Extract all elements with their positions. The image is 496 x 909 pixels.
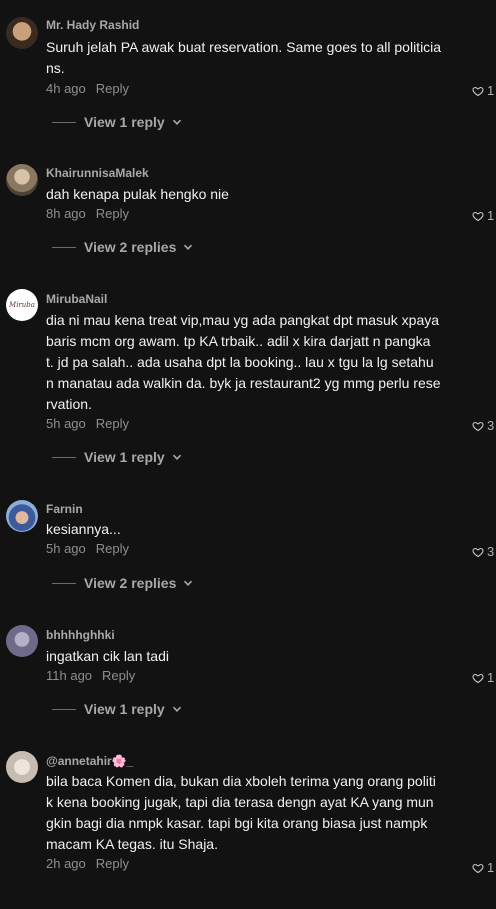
like-count: 1	[487, 670, 495, 685]
like-button[interactable]: 1	[472, 208, 496, 223]
comment-username[interactable]: MirubaNail	[46, 292, 107, 306]
comment-time: 5h ago	[46, 416, 86, 431]
comment-meta: 8h ago Reply	[46, 206, 129, 221]
comment-username[interactable]: @annetahir🌸_	[46, 754, 133, 768]
divider-line	[52, 582, 76, 584]
heart-icon	[472, 863, 484, 873]
view-replies-label: View 1 reply	[84, 449, 165, 465]
comment-time: 5h ago	[46, 541, 86, 556]
like-count: 1	[487, 860, 495, 875]
comment-time: 2h ago	[46, 856, 86, 871]
avatar[interactable]	[6, 751, 38, 783]
comment-time: 8h ago	[46, 206, 86, 221]
comment-meta: 2h ago Reply	[46, 856, 129, 871]
like-button[interactable]: 3	[472, 418, 496, 433]
comment-text: Suruh jelah PA awak buat reservation. Sa…	[46, 39, 442, 76]
avatar[interactable]	[6, 17, 38, 49]
avatar[interactable]	[6, 164, 38, 196]
heart-icon	[472, 547, 484, 557]
like-button[interactable]: 3	[472, 544, 496, 559]
reply-button[interactable]: Reply	[96, 856, 129, 871]
divider-line	[52, 121, 76, 123]
view-replies-label: View 1 reply	[84, 114, 165, 130]
comment-username[interactable]: KhairunnisaMalek	[46, 166, 149, 180]
reply-button[interactable]: Reply	[96, 416, 129, 431]
divider-line	[52, 246, 76, 248]
chevron-down-icon	[184, 580, 193, 586]
comment-username[interactable]: Farnin	[46, 502, 83, 516]
heart-icon	[472, 673, 484, 683]
comment-time: 11h ago	[46, 668, 93, 683]
view-replies-label: View 2 replies	[84, 239, 177, 255]
like-button[interactable]: 1	[472, 670, 496, 685]
chevron-down-icon	[172, 706, 181, 712]
heart-icon	[472, 421, 484, 431]
comment-text: dia ni mau kena treat vip,mau yg ada pan…	[46, 312, 441, 412]
avatar[interactable]	[6, 625, 38, 657]
comment-text: bila baca Komen dia, bukan dia xboleh te…	[46, 773, 436, 852]
reply-button[interactable]: Reply	[102, 668, 135, 683]
comment-username[interactable]: Mr. Hady Rashid	[46, 18, 139, 32]
heart-icon	[472, 86, 484, 96]
avatar[interactable]: Miruba	[6, 289, 38, 321]
comment-text: ingatkan cik lan tadi	[46, 648, 169, 664]
comment-username[interactable]: bhhhhghhki	[46, 628, 115, 642]
chevron-down-icon	[172, 119, 181, 125]
view-replies-button[interactable]: View 1 reply	[52, 114, 182, 130]
avatar[interactable]	[6, 500, 38, 532]
like-count: 3	[487, 544, 495, 559]
avatar-logo-text: Miruba	[9, 301, 35, 309]
reply-button[interactable]: Reply	[96, 541, 129, 556]
heart-icon	[472, 211, 484, 221]
view-replies-label: View 1 reply	[84, 701, 165, 717]
like-count: 1	[487, 83, 495, 98]
comment-meta: 11h ago Reply	[46, 668, 135, 683]
reply-button[interactable]: Reply	[96, 81, 129, 96]
like-count: 1	[487, 208, 495, 223]
chevron-down-icon	[184, 244, 193, 250]
divider-line	[52, 708, 76, 710]
view-replies-button[interactable]: View 1 reply	[52, 449, 182, 465]
like-count: 3	[487, 418, 495, 433]
comment-text: dah kenapa pulak hengko nie	[46, 186, 229, 202]
comment-text: kesiannya...	[46, 521, 121, 537]
chevron-down-icon	[172, 454, 181, 460]
like-button[interactable]: 1	[472, 860, 496, 875]
comment-meta: 4h ago Reply	[46, 81, 129, 96]
comment-time: 4h ago	[46, 81, 86, 96]
reply-button[interactable]: Reply	[96, 206, 129, 221]
view-replies-label: View 2 replies	[84, 575, 177, 591]
comment-meta: 5h ago Reply	[46, 416, 129, 431]
like-button[interactable]: 1	[472, 83, 496, 98]
view-replies-button[interactable]: View 2 replies	[52, 239, 193, 255]
comment-meta: 5h ago Reply	[46, 541, 129, 556]
view-replies-button[interactable]: View 2 replies	[52, 575, 193, 591]
divider-line	[52, 456, 76, 458]
view-replies-button[interactable]: View 1 reply	[52, 701, 182, 717]
